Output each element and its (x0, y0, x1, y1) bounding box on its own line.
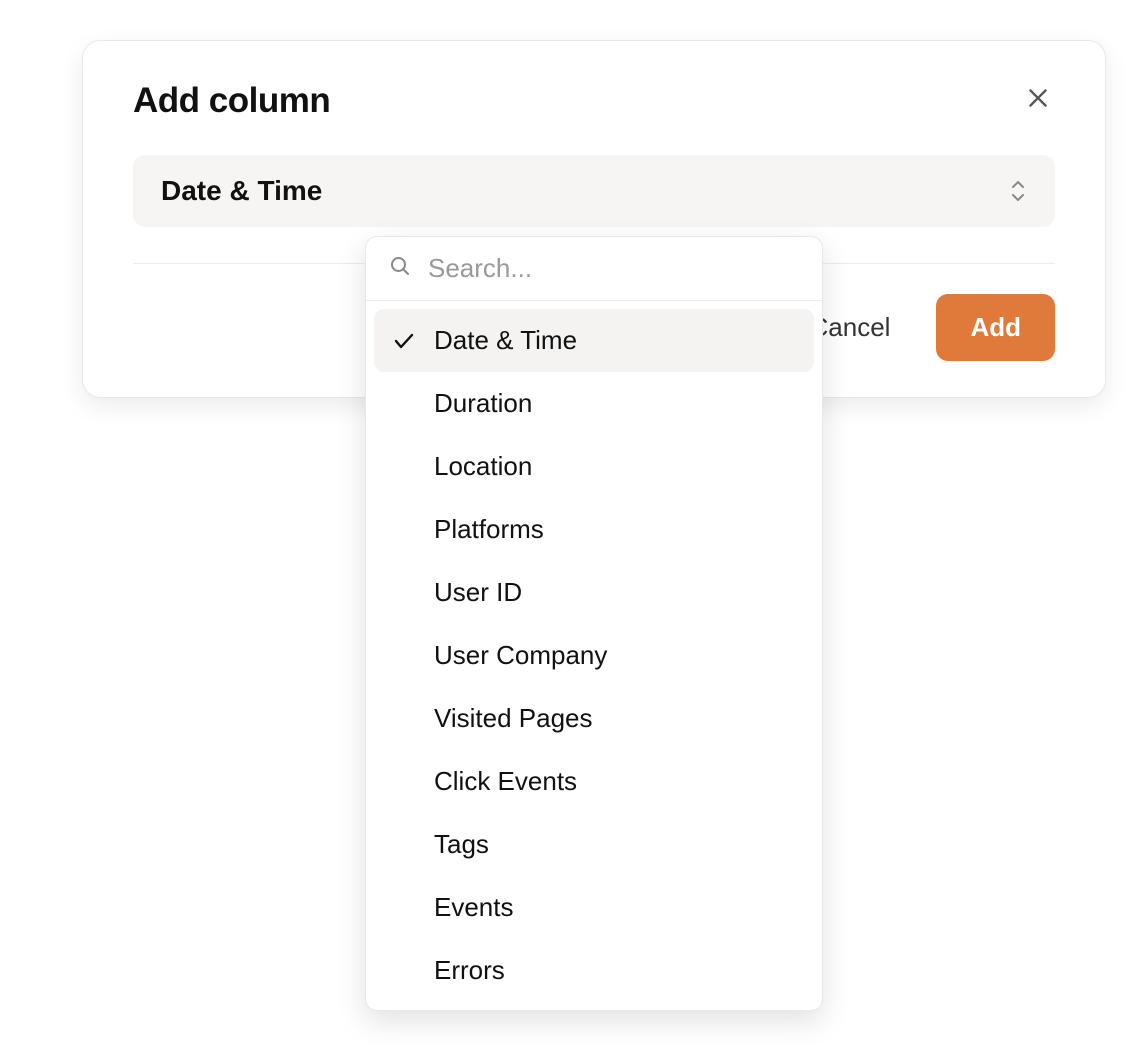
dropdown-item[interactable]: User Company (374, 624, 814, 687)
dropdown-item-label: Visited Pages (434, 703, 593, 734)
check-icon (390, 329, 418, 353)
dropdown-item-label: Date & Time (434, 325, 577, 356)
close-button[interactable] (1021, 81, 1055, 118)
dropdown-item-label: Click Events (434, 766, 577, 797)
dropdown-item[interactable]: Click Events (374, 750, 814, 813)
dropdown-item[interactable]: User ID (374, 561, 814, 624)
dropdown-item-label: Duration (434, 388, 532, 419)
dropdown-item[interactable]: Date & Time (374, 309, 814, 372)
dropdown-item[interactable]: Errors (374, 939, 814, 1002)
search-icon (388, 254, 412, 283)
dropdown-item-label: Events (434, 892, 514, 923)
dropdown-item-label: User ID (434, 577, 522, 608)
column-dropdown: Date & Time Duration Location Platforms User… (365, 236, 823, 1011)
modal-title: Add column (133, 81, 330, 121)
dropdown-item-label: Location (434, 451, 532, 482)
dropdown-item-label: Errors (434, 955, 505, 986)
dropdown-item-label: User Company (434, 640, 607, 671)
dropdown-item-label: Tags (434, 829, 489, 860)
column-select-value: Date & Time (161, 175, 322, 207)
close-icon (1025, 85, 1051, 114)
dropdown-item[interactable]: Platforms (374, 498, 814, 561)
search-input[interactable] (428, 253, 800, 284)
column-select[interactable]: Date & Time (133, 155, 1055, 227)
dropdown-item-label: Platforms (434, 514, 544, 545)
dropdown-item[interactable]: Duration (374, 372, 814, 435)
add-button[interactable]: Add (936, 294, 1055, 361)
modal-header: Add column (133, 81, 1055, 121)
chevron-up-down-icon (1009, 178, 1027, 204)
dropdown-item[interactable]: Events (374, 876, 814, 939)
dropdown-item[interactable]: Tags (374, 813, 814, 876)
dropdown-search (366, 237, 822, 301)
dropdown-list: Date & Time Duration Location Platforms User… (366, 301, 822, 1010)
dropdown-item[interactable]: Visited Pages (374, 687, 814, 750)
dropdown-item[interactable]: Location (374, 435, 814, 498)
